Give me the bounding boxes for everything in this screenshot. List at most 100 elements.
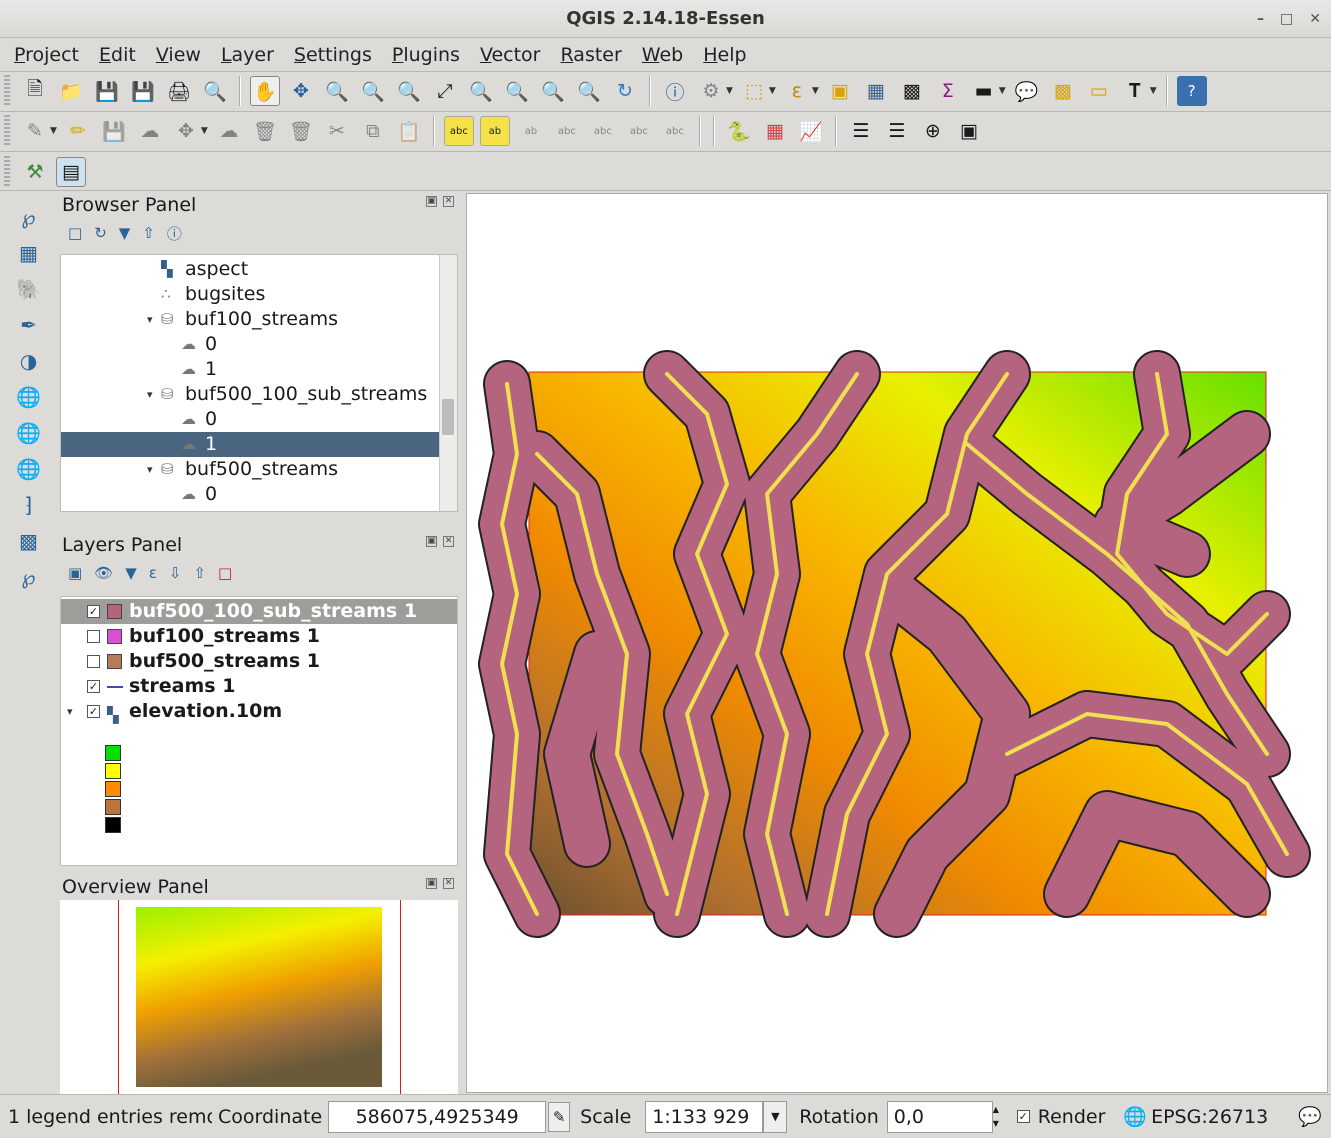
browser-item[interactable]: ∴ bugsites: [61, 282, 457, 307]
show-hide-labels-icon[interactable]: abc: [552, 116, 582, 146]
browser-item[interactable]: ☁ 0: [61, 332, 457, 357]
collapse-all-layers-icon[interactable]: ⇧: [193, 564, 206, 582]
pan-icon[interactable]: ✋: [250, 76, 280, 106]
zoom-last-icon[interactable]: 🔍: [538, 76, 568, 106]
maximize-icon[interactable]: □: [1280, 0, 1293, 38]
zoom-next-icon[interactable]: 🔍: [574, 76, 604, 106]
styling-icon[interactable]: ▣: [68, 564, 82, 582]
filter-icon[interactable]: ▼: [119, 224, 131, 242]
visibility-icon[interactable]: 👁: [94, 564, 113, 582]
delete-icon[interactable]: 🗑: [286, 116, 316, 146]
close-icon[interactable]: ✕: [1309, 0, 1321, 38]
properties-icon[interactable]: ⓘ: [167, 223, 182, 244]
add-feature-icon[interactable]: ☁: [135, 116, 165, 146]
menu-view[interactable]: View: [146, 44, 211, 66]
new-bookmark-icon[interactable]: ▩: [1048, 76, 1078, 106]
browser-item[interactable]: ☁ 1: [61, 432, 457, 457]
profile-icon[interactable]: 📈: [796, 116, 826, 146]
float-icon[interactable]: ▣: [426, 536, 437, 547]
refresh-icon[interactable]: ↻: [610, 76, 640, 106]
attribute-table-icon[interactable]: ▦: [861, 76, 891, 106]
layer-visibility-checkbox[interactable]: [87, 630, 100, 643]
close-panel-icon[interactable]: ✕: [443, 536, 454, 547]
archive-icon[interactable]: ▣: [954, 116, 984, 146]
filter-expression-icon[interactable]: ε: [149, 564, 157, 582]
layer-item[interactable]: ✓ buf500_100_sub_streams 1: [61, 599, 457, 624]
add-virtual-layer-icon[interactable]: ▩: [14, 526, 44, 556]
open-project-icon[interactable]: 📁: [56, 76, 86, 106]
save-project-icon[interactable]: 💾: [92, 76, 122, 106]
expand-arrow-icon[interactable]: ▾: [147, 457, 153, 482]
copy-icon[interactable]: ⧉: [358, 116, 388, 146]
node-tool-icon[interactable]: ☁: [214, 116, 244, 146]
browser-item[interactable]: ☁ 1: [61, 357, 457, 382]
layer-visibility-checkbox[interactable]: ✓: [87, 605, 100, 618]
add-vector-layer-icon[interactable]: ℘: [14, 202, 44, 232]
zoom-in-icon[interactable]: 🔍: [322, 76, 352, 106]
grass-region-icon[interactable]: ▤: [56, 157, 86, 187]
menu-plugins[interactable]: Plugins: [382, 44, 470, 66]
zoom-selection-icon[interactable]: 🔍: [466, 76, 496, 106]
map-tips-icon[interactable]: 💬: [1012, 76, 1042, 106]
composer-manager-icon[interactable]: 🔍: [200, 76, 230, 106]
add-postgis-layer-icon[interactable]: 🐘: [14, 274, 44, 304]
text-annotation-icon[interactable]: 𝐓: [1120, 76, 1150, 106]
layer-visibility-checkbox[interactable]: ✓: [87, 680, 100, 693]
zoom-out-icon[interactable]: 🔍: [358, 76, 388, 106]
browser-item[interactable]: ▚ aspect: [61, 257, 457, 282]
collapse-all-icon[interactable]: ⇧: [142, 224, 155, 242]
menu-web[interactable]: Web: [632, 44, 693, 66]
print-composer-icon[interactable]: 🖨: [164, 76, 194, 106]
pan-to-selection-icon[interactable]: ✥: [286, 76, 316, 106]
layer-item[interactable]: ✓ streams 1: [61, 674, 457, 699]
python-console-icon[interactable]: 🐍: [724, 116, 754, 146]
new-project-icon[interactable]: 🗎: [20, 76, 50, 106]
select-features-icon[interactable]: ⬚: [739, 76, 769, 106]
menu-vector[interactable]: Vector: [470, 44, 551, 66]
add-spatialite-layer-icon[interactable]: ✒: [14, 310, 44, 340]
menu-raster[interactable]: Raster: [551, 44, 632, 66]
expand-arrow-icon[interactable]: ▾: [147, 307, 153, 332]
save-edits-icon[interactable]: 💾: [99, 116, 129, 146]
measure-icon[interactable]: ▬: [969, 76, 999, 106]
expand-all-icon[interactable]: ⇩: [169, 564, 182, 582]
add-circle-icon[interactable]: ⊕: [918, 116, 948, 146]
layers-off-icon[interactable]: ☰: [882, 116, 912, 146]
add-delimited-text-icon[interactable]: ⁆: [14, 490, 44, 520]
toggle-editing-icon[interactable]: ✏: [63, 116, 93, 146]
run-action-icon[interactable]: ⚙: [696, 76, 726, 106]
add-mssql-layer-icon[interactable]: ◑: [14, 346, 44, 376]
layer-item[interactable]: buf100_streams 1: [61, 624, 457, 649]
add-raster-layer-icon[interactable]: ▦: [14, 238, 44, 268]
render-checkbox[interactable]: ✓: [1016, 1110, 1030, 1123]
rotation-spinbox[interactable]: 0,0: [886, 1100, 993, 1133]
paste-icon[interactable]: 📋: [394, 116, 424, 146]
close-panel-icon[interactable]: ✕: [443, 878, 454, 889]
browser-scrollbar[interactable]: [439, 255, 457, 511]
layer-visibility-checkbox[interactable]: ✓: [87, 705, 100, 718]
menu-project[interactable]: Project: [4, 44, 89, 66]
current-edits-icon[interactable]: ✎: [20, 116, 50, 146]
menu-edit[interactable]: Edit: [89, 44, 146, 66]
raster-grid-icon[interactable]: ▦: [760, 116, 790, 146]
browser-item[interactable]: ▾ ⛁ buf100_streams: [61, 307, 457, 332]
layer-visibility-checkbox[interactable]: [87, 655, 100, 668]
rotate-label-icon[interactable]: abc: [624, 116, 654, 146]
map-canvas[interactable]: [466, 193, 1328, 1093]
coordinate-toggle-icon[interactable]: ✎: [548, 1101, 571, 1132]
statistics-icon[interactable]: Σ: [933, 76, 963, 106]
pin-label-icon[interactable]: ab: [516, 116, 546, 146]
float-icon[interactable]: ▣: [426, 878, 437, 889]
close-panel-icon[interactable]: ✕: [443, 196, 454, 207]
new-vector-layer-icon[interactable]: ℘: [14, 562, 44, 592]
zoom-layer-icon[interactable]: 🔍: [502, 76, 532, 106]
cut-icon[interactable]: ✂: [322, 116, 352, 146]
browser-item[interactable]: ☁ 0: [61, 482, 457, 507]
float-icon[interactable]: ▣: [426, 196, 437, 207]
overview-canvas[interactable]: [60, 900, 458, 1094]
add-wcs-layer-icon[interactable]: 🌐: [14, 418, 44, 448]
menu-help[interactable]: Help: [693, 44, 756, 66]
layers-tree[interactable]: ✓ buf500_100_sub_streams 1 buf100_streams …: [60, 596, 458, 866]
refresh-browser-icon[interactable]: ↻: [94, 224, 107, 242]
minimize-icon[interactable]: –: [1257, 0, 1264, 38]
